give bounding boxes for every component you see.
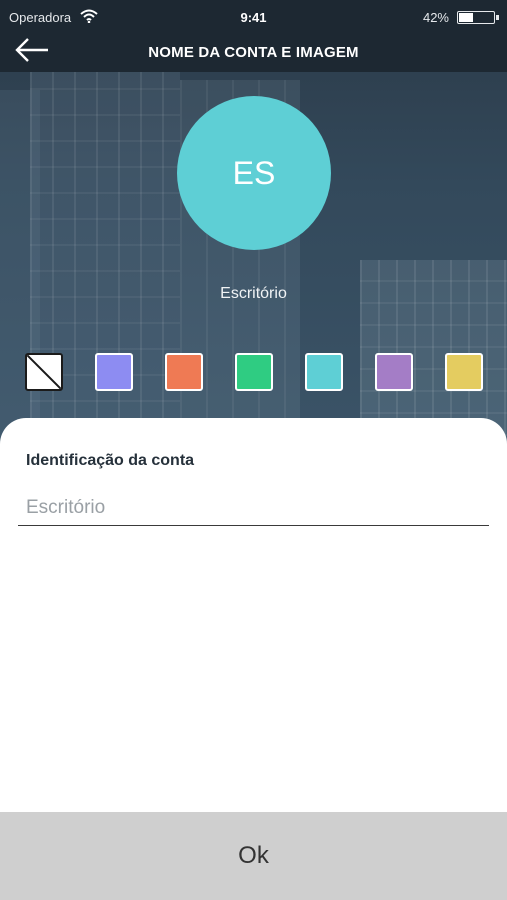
- no-color-icon: [27, 355, 61, 389]
- color-swatch[interactable]: [95, 353, 133, 391]
- form-card: Identificação da conta: [0, 418, 507, 813]
- color-swatch-none[interactable]: [25, 353, 63, 391]
- color-swatch[interactable]: [375, 353, 413, 391]
- color-swatch[interactable]: [165, 353, 203, 391]
- avatar[interactable]: ES: [177, 96, 331, 250]
- building-shape: [30, 60, 180, 460]
- battery-fill: [459, 13, 474, 22]
- battery-percent: 42%: [422, 10, 449, 25]
- field-label: Identificação da conta: [26, 452, 195, 469]
- color-swatch[interactable]: [235, 353, 273, 391]
- navigation-bar: NOME DA CONTA E IMAGEM: [0, 36, 507, 72]
- ok-button-label: Ok: [238, 842, 269, 869]
- status-bar: Operadora 9:41 42%: [0, 0, 507, 36]
- avatar-initials: ES: [232, 154, 276, 191]
- account-name-label: Escritório: [220, 285, 287, 302]
- battery-tip: [496, 15, 499, 20]
- account-name-input[interactable]: [18, 490, 489, 526]
- color-swatch[interactable]: [445, 353, 483, 391]
- battery-icon: [457, 11, 499, 24]
- page-title: NOME DA CONTA E IMAGEM: [148, 44, 359, 61]
- ok-button[interactable]: Ok: [0, 812, 507, 900]
- color-swatch[interactable]: [305, 353, 343, 391]
